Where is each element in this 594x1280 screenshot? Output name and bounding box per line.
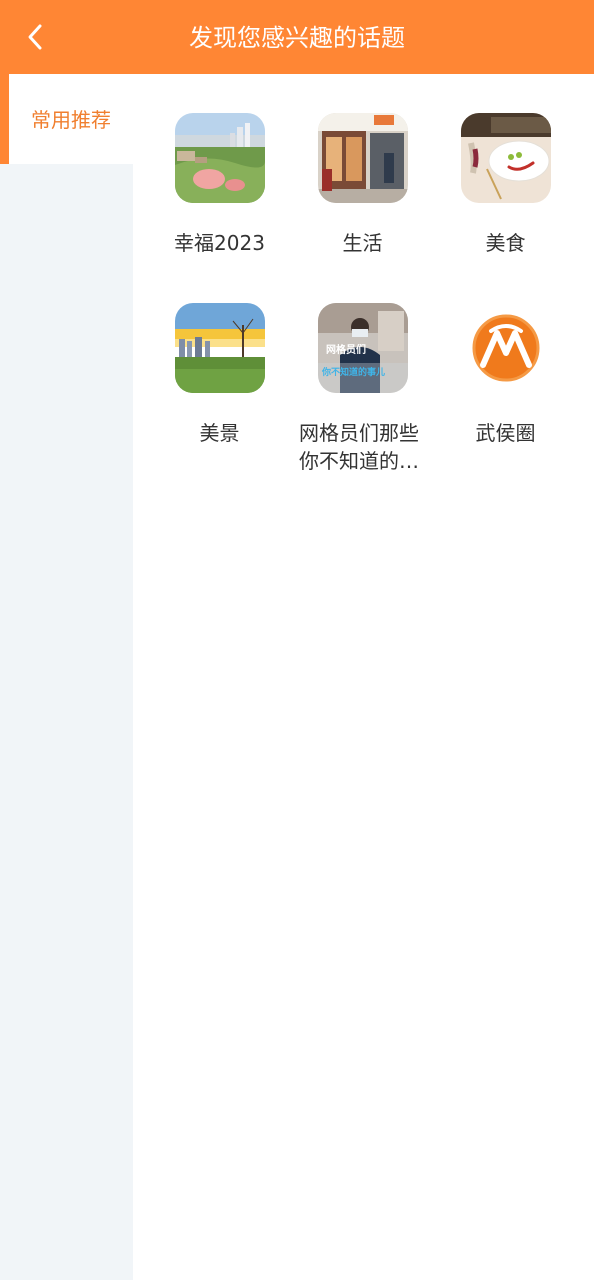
page-title: 发现您感兴趣的话题	[189, 24, 405, 52]
svg-text:网格员们: 网格员们	[326, 343, 366, 356]
topic-label: 网格员们那些你不知道的事儿	[291, 419, 434, 475]
topic-label: 幸福2023	[174, 231, 265, 255]
plate-smiley-thumbnail	[460, 113, 551, 203]
park-aerial-thumbnail	[174, 113, 265, 203]
topic-label: 美景	[199, 421, 240, 445]
topic-label: 美食	[485, 231, 526, 255]
topic-tile-food[interactable]: 美食	[434, 113, 577, 293]
wuhou-logo-thumbnail	[460, 303, 551, 393]
topic-tile-happiness-2023[interactable]: 幸福2023	[148, 113, 291, 293]
topic-tile-scenery[interactable]: 美景	[148, 303, 291, 483]
sidebar: 常用推荐	[0, 74, 133, 1280]
topic-tile-life[interactable]: 生活	[291, 113, 434, 293]
topic-label: 武侯圈	[475, 421, 536, 445]
topic-label-text: 网格员们那些你不知道的事儿	[299, 421, 419, 473]
grid-worker-thumbnail: 网格员们 你不知道的事儿	[317, 303, 408, 393]
topic-tile-wuhou-circle[interactable]: 武侯圈	[434, 303, 577, 483]
sidebar-item-common-recommend[interactable]: 常用推荐	[0, 74, 133, 164]
sidebar-item-label: 常用推荐	[31, 108, 111, 132]
topic-label: 生活	[342, 231, 383, 255]
topic-tile-grid-workers[interactable]: 网格员们 你不知道的事儿 网格员们那些你不知道的事儿	[291, 303, 434, 483]
street-storefront-thumbnail	[317, 113, 408, 203]
sunset-skyline-thumbnail	[174, 303, 265, 393]
svg-text:你不知道的事儿: 你不知道的事儿	[321, 366, 385, 378]
top-bar: 发现您感兴趣的话题	[0, 0, 594, 74]
